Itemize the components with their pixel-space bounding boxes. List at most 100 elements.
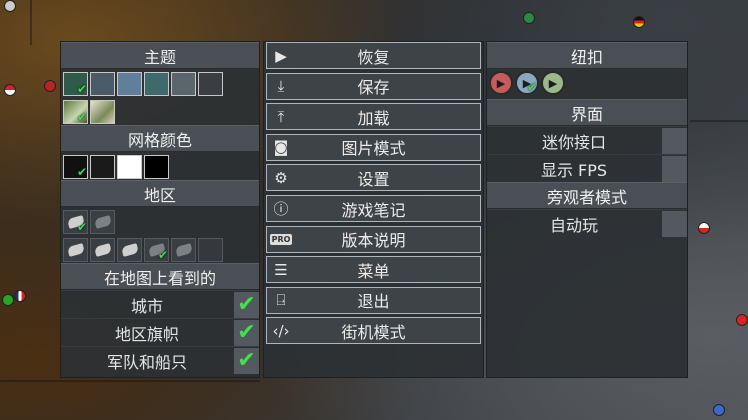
info-icon: ⓘ [273,200,289,218]
map-flag-icon[interactable] [2,294,14,306]
map-visible-toggle-row[interactable]: 城市 ✔ [61,290,259,318]
exit-door-icon: ⍈ [276,291,286,310]
theme-swatch-row: ✔ [61,69,259,97]
menu-button-label: 恢复 [357,47,390,67]
button-style-blue-option[interactable]: ▶ ✔ [515,71,539,95]
map-visible-title: 在地图上看到的 [61,263,259,290]
interface-toggle-row[interactable]: 显示 FPS [487,154,687,182]
menu-button-8[interactable]: ⍈ 退出 [266,286,481,314]
interface-toggle-label: 显示 FPS [540,160,608,180]
spectator-toggle-label: 自动玩 [549,215,598,235]
map-flag-icon[interactable] [523,12,535,24]
theme-image-row: ✔ [61,97,259,125]
map-flag-icon[interactable] [4,84,16,96]
menu-button-4[interactable]: ⚙ 设置 [266,164,481,192]
spectator-checkbox[interactable] [661,210,687,237]
theme-color-swatch[interactable] [117,72,142,96]
map-visible-toggle-label: 地区旗帜 [114,324,179,344]
map-border [690,120,748,122]
button-style-red-option[interactable]: ▶ [489,71,513,95]
region-style-row-2: ✔ [61,235,259,263]
play-icon: ▶ [275,46,287,65]
region-style-option[interactable] [171,238,196,262]
interface-title: 界面 [487,99,687,126]
menu-button-2[interactable]: ⤒ 加载 [266,103,481,131]
interface-toggle-label: 迷你接口 [541,132,606,152]
map-flag-icon[interactable] [44,80,56,92]
interface-checkbox[interactable] [661,127,687,154]
gear-icon: ⚙ [274,168,288,187]
map-visible-toggle-row[interactable]: 军队和船只 ✔ [61,346,259,374]
interface-list: 迷你接口显示 FPS [487,126,687,182]
map-visible-toggle-row[interactable]: 地区旗帜 ✔ [61,318,259,346]
menu-button-label: 版本说明 [341,231,406,251]
grid-color-swatch[interactable] [144,155,169,179]
map-flag-icon[interactable] [633,16,645,28]
check-icon: ✔ [237,320,256,345]
check-icon: ✔ [76,220,87,234]
theme-color-swatch[interactable] [90,72,115,96]
button-style-green-option[interactable]: ▶ [541,71,565,95]
download-icon: ⤓ [277,77,285,96]
menu-button-1[interactable]: ⤓ 保存 [266,72,481,100]
theme-color-swatch[interactable]: ✔ [63,72,88,96]
snow-theme-image[interactable] [90,100,115,124]
map-flag-icon[interactable] [736,314,748,326]
region-title: 地区 [61,180,259,207]
theme-color-swatch[interactable] [144,72,169,96]
check-icon: ✔ [526,80,537,94]
menu-button-label: 图片模式 [341,139,406,159]
forest-theme-image[interactable]: ✔ [63,100,88,124]
menu-button-label: 设置 [357,169,390,189]
map-visible-checkbox[interactable]: ✔ [233,291,259,318]
region-style-option[interactable]: ✔ [63,210,88,234]
upload-icon: ⤒ [277,107,285,126]
button-style-row: ▶ ▶ ✔ ▶ [487,69,687,99]
spectator-title: 旁观者模式 [487,182,687,209]
menu-button-3[interactable]: ◙ 图片模式 [266,133,481,161]
check-icon: ✔ [237,348,256,373]
check-icon: ✔ [76,165,87,179]
map-border [30,0,32,45]
menu-button-label: 游戏笔记 [341,200,406,220]
menu-button-label: 街机模式 [341,322,406,342]
map-flag-icon[interactable] [4,0,16,12]
menu-button-label: 退出 [357,292,390,312]
map-flag-icon[interactable] [698,222,710,234]
menu-button-label: 菜单 [357,261,390,281]
spectator-list: 自动玩 [487,209,687,237]
region-style-option[interactable] [90,210,115,234]
check-icon: ✔ [76,110,87,124]
pro-badge-icon: PRO [267,227,295,252]
grid-color-swatch[interactable]: ✔ [63,155,88,179]
menu-button-9[interactable]: ‹/› 街机模式 [266,317,481,345]
menu-button-7[interactable]: ☰ 菜单 [266,256,481,284]
menu-button-6[interactable]: PRO 版本说明 [266,225,481,253]
display-options-panel: 主题 ✔ ✔ 网格颜色 ✔ 地区 ✔ ✔ 在地图上看到的 城市 ✔ 地区旗帜 ✔ 军队和… [60,41,260,378]
interface-toggle-row[interactable]: 迷你接口 [487,126,687,154]
map-visible-checkbox[interactable]: ✔ [233,319,259,346]
check-icon: ✔ [237,292,256,317]
map-visible-checkbox[interactable]: ✔ [233,347,259,374]
interface-checkbox[interactable] [661,155,687,182]
grid-color-swatch[interactable] [117,155,142,179]
grid-color-swatch[interactable] [90,155,115,179]
map-flag-icon[interactable] [14,290,26,302]
region-style-option[interactable] [198,238,223,262]
theme-title: 主题 [61,42,259,69]
region-style-option[interactable] [63,238,88,262]
menu-button-label: 保存 [357,78,390,98]
map-border [0,380,260,382]
spectator-toggle-row[interactable]: 自动玩 [487,209,687,237]
map-flag-icon[interactable] [713,404,725,416]
region-style-option[interactable]: ✔ [144,238,169,262]
pro-badge-text: PRO [269,233,293,245]
theme-color-swatch[interactable] [171,72,196,96]
region-style-option[interactable] [90,238,115,262]
menu-button-0[interactable]: ▶ 恢复 [266,42,481,69]
map-visible-toggle-label: 军队和船只 [106,352,187,372]
region-style-option[interactable] [117,238,142,262]
buttons-title: 纽扣 [487,42,687,69]
theme-color-swatch[interactable] [198,72,223,96]
menu-button-5[interactable]: ⓘ 游戏笔记 [266,195,481,222]
